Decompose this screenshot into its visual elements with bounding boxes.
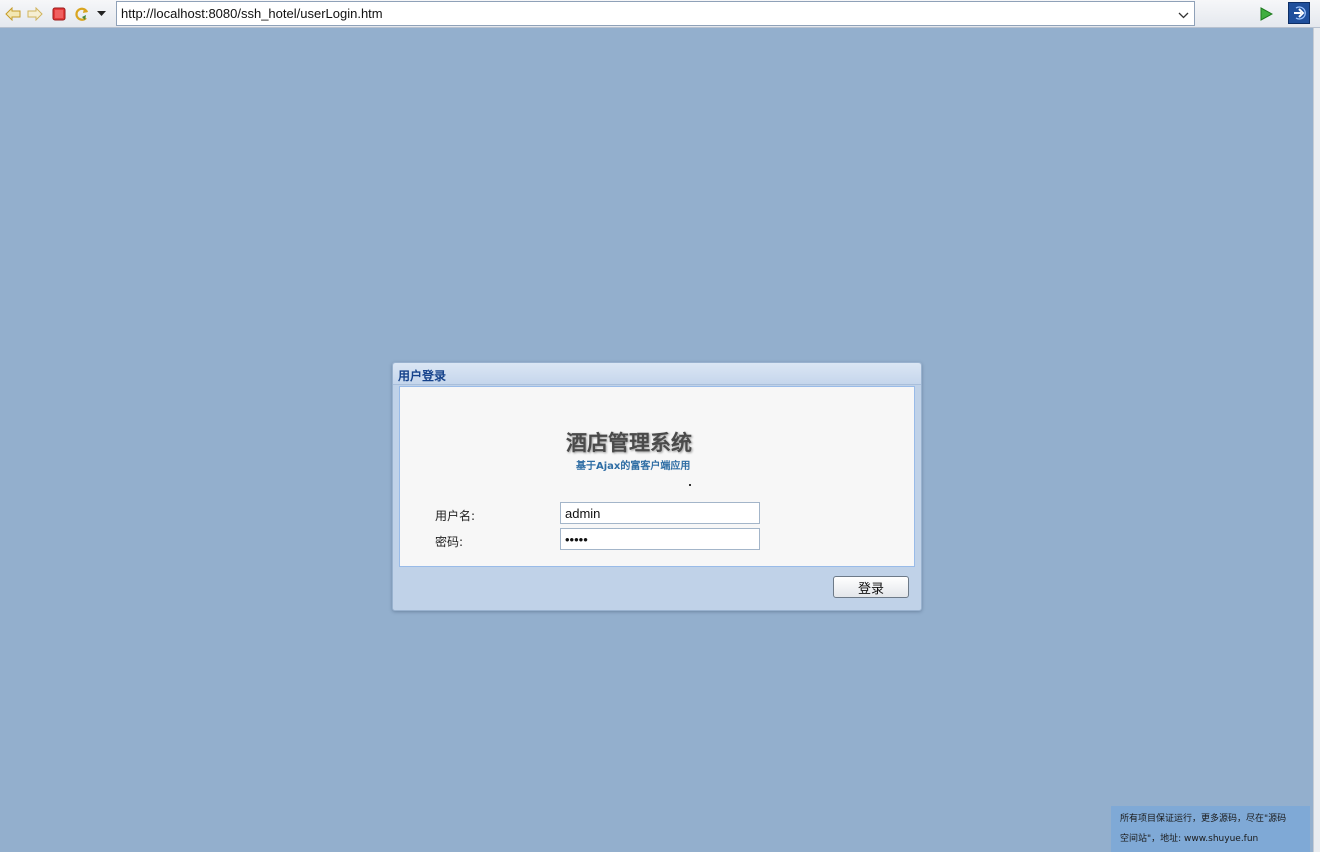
username-input[interactable] [560,502,760,524]
password-input[interactable] [560,528,760,550]
refresh-icon [74,6,90,22]
forward-button[interactable] [25,4,45,24]
notice-line-2: 空间站"，地址: www.shuyue.fun [1120,834,1259,844]
back-icon [5,7,21,21]
browser-toolbar [0,0,1320,28]
stop-button[interactable] [49,4,69,24]
go-button[interactable] [1256,4,1276,24]
chevron-down-icon [1178,4,1189,23]
source-notice: 所有项目保证运行，更多源码，尽在"源码 空间站"，地址: www.shuyue.… [1111,806,1310,852]
window-footer: 登录 [393,569,921,610]
divider-dot [689,484,691,486]
window-header: 用户登录 [393,363,921,385]
exit-button[interactable] [1288,2,1310,24]
back-button[interactable] [3,4,23,24]
username-label: 用户名: [435,509,476,523]
forward-icon [27,7,43,21]
address-bar[interactable] [116,1,1195,26]
refresh-button[interactable] [72,4,92,24]
history-dropdown-button[interactable] [92,4,110,24]
go-icon [1259,7,1273,21]
password-label: 密码: [435,535,464,549]
dropdown-icon [96,11,106,17]
stop-icon [52,7,66,21]
login-form: 酒店管理系统 基于Ajax的富客户端应用 用户名: 密码: [399,386,915,567]
exit-icon [1291,5,1307,21]
notice-line-1: 所有项目保证运行，更多源码，尽在"源码 [1120,814,1287,824]
login-window: 用户登录 酒店管理系统 基于Ajax的富客户端应用 用户名: 密码: 登录 [392,362,922,611]
url-dropdown-button[interactable] [1174,4,1192,23]
system-subtitle: 基于Ajax的富客户端应用 [576,461,691,472]
vertical-scrollbar[interactable] [1313,28,1320,852]
login-button[interactable]: 登录 [833,576,909,598]
url-input[interactable] [117,2,1173,25]
system-title: 酒店管理系统 [566,431,692,455]
window-title: 用户登录 [398,369,447,383]
